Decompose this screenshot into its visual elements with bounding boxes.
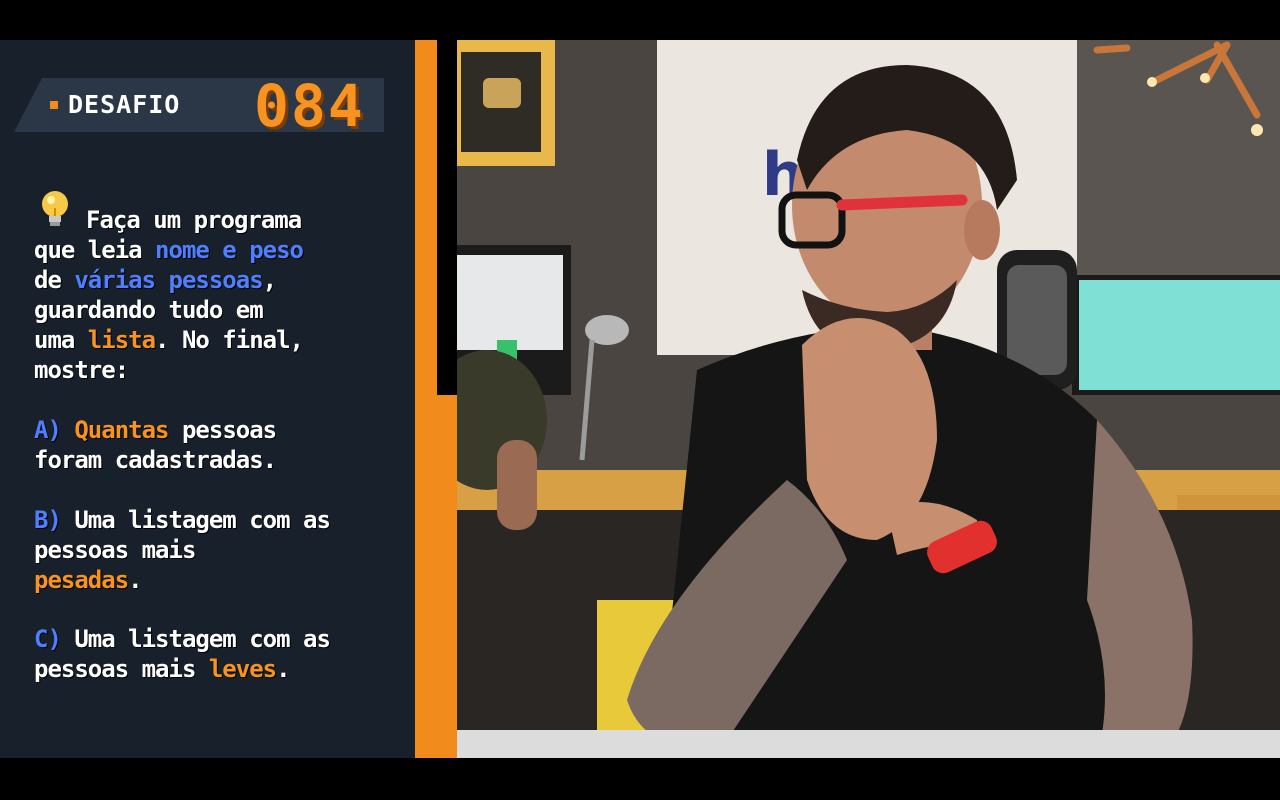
item-text: Uma listagem com as bbox=[60, 625, 331, 653]
prompt-text: que leia bbox=[34, 236, 156, 264]
challenge-prompt: Faça um programa que leia nome e peso de… bbox=[34, 205, 404, 385]
item-text: Uma listagem com as bbox=[60, 506, 331, 534]
prompt-line-5: uma lista. No final, bbox=[34, 325, 404, 355]
letterbox-bottom bbox=[0, 758, 1280, 800]
item-c-line-2: pessoas mais leves. bbox=[34, 654, 404, 684]
item-a-line-2: foram cadastradas. bbox=[34, 446, 277, 474]
prompt-line-2: que leia nome e peso bbox=[34, 235, 404, 265]
prompt-text: uma bbox=[34, 326, 88, 354]
highlight-list: lista bbox=[87, 326, 156, 354]
item-c: C) Uma listagem com as pessoas mais leve… bbox=[34, 624, 404, 684]
scene-illustration: h bbox=[457, 40, 1280, 758]
orange-rail-notch bbox=[437, 395, 457, 758]
prompt-line-3: de várias pessoas, bbox=[34, 265, 404, 295]
item-b-line-1: B) Uma listagem com as bbox=[34, 505, 404, 535]
highlight-many-people: várias pessoas bbox=[74, 266, 263, 294]
highlight-name-weight: nome e peso bbox=[155, 236, 304, 264]
item-c-letter: C) bbox=[34, 625, 62, 653]
orange-rail bbox=[415, 40, 437, 758]
prompt-text: de bbox=[34, 266, 75, 294]
prompt-text: . No final, bbox=[155, 326, 304, 354]
item-b-letter: B) bbox=[34, 506, 62, 534]
item-a: A) Quantas pessoas foram cadastradas. bbox=[34, 415, 404, 475]
item-b-line-3: pesadas. bbox=[34, 565, 404, 595]
prompt-line-1: Faça um programa bbox=[86, 206, 302, 234]
highlight-heaviest: pesadas bbox=[34, 566, 129, 594]
badge-bullet bbox=[50, 101, 58, 109]
video-frame: h DESAFIO 084 Faça um programa que leia … bbox=[0, 0, 1280, 800]
item-text: pessoas mais bbox=[34, 655, 209, 683]
challenge-number: 084 bbox=[254, 72, 365, 140]
item-text: pessoas bbox=[168, 416, 277, 444]
item-text: . bbox=[128, 566, 142, 594]
highlight-lightest: leves bbox=[208, 655, 277, 683]
item-text: . bbox=[276, 655, 290, 683]
highlight-quantity: Quantas bbox=[74, 416, 169, 444]
prompt-line-4: guardando tudo em bbox=[34, 296, 264, 324]
item-a-letter: A) bbox=[34, 416, 62, 444]
item-b: B) Uma listagem com as pessoas mais pesa… bbox=[34, 505, 404, 595]
challenge-label: DESAFIO bbox=[68, 90, 181, 119]
item-text bbox=[61, 416, 74, 444]
item-c-line-1: C) Uma listagem com as bbox=[34, 624, 404, 654]
prompt-text: , bbox=[262, 266, 277, 294]
item-b-line-2: pessoas mais bbox=[34, 536, 196, 564]
letterbox-top bbox=[0, 0, 1280, 40]
prompt-line-6: mostre: bbox=[34, 356, 129, 384]
video-scene[interactable]: h bbox=[457, 40, 1280, 758]
item-a-line-1: A) Quantas pessoas bbox=[34, 415, 404, 445]
